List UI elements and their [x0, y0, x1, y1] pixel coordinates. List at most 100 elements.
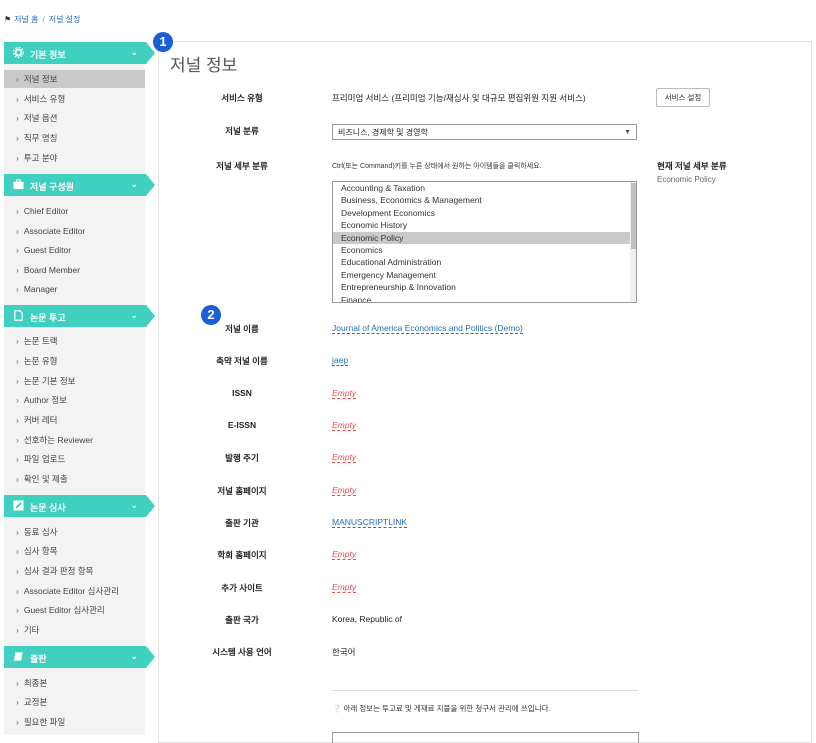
sidebar-item-review-decision-items[interactable]: › 심사 결과 판정 항목: [4, 562, 145, 580]
listbox-option-selected[interactable]: Economic Policy: [333, 231, 631, 244]
journal-category-select[interactable]: 비즈니스, 경제학 및 경영학 ▼: [332, 124, 637, 140]
caret-right-icon: ›: [16, 717, 19, 727]
sidebar-item-guest-editor-review[interactable]: › Guest Editor 심사관리: [4, 601, 145, 619]
service-type-label: 서비스 유형: [221, 93, 263, 103]
field-homepage-label: 저널 홈페이지: [217, 486, 267, 496]
section-basic-info[interactable]: 기본 정보 ⌄: [4, 42, 155, 64]
sidebar-item-submission-areas[interactable]: › 투고 분야: [4, 149, 145, 167]
sidebar-item-file-upload[interactable]: › 파일 업로드: [4, 450, 145, 468]
frequency-value[interactable]: Empty: [332, 452, 357, 463]
sidebar-item-board-member[interactable]: › Board Member: [4, 261, 145, 279]
listbox-option[interactable]: Economic History: [333, 219, 636, 231]
sidebar-item-paper-type[interactable]: › 논문 유형: [4, 352, 145, 370]
caret-right-icon: ›: [16, 226, 19, 236]
caret-right-icon: ›: [16, 605, 19, 615]
section-journal-members[interactable]: 저널 구성원 ⌄: [4, 174, 155, 196]
gear-icon: [13, 47, 24, 58]
sidebar-item-label: 선호하는 Reviewer: [23, 435, 93, 445]
sidebar-item-chief-editor[interactable]: › Chief Editor: [4, 202, 145, 220]
subcategory-hint: Ctrl(또는 Command)키를 누른 상태에서 원하는 아이템들을 클릭하…: [332, 163, 542, 170]
sidebar-item-label: 저널 정보: [23, 74, 58, 84]
caret-right-icon: ›: [16, 474, 19, 484]
sidebar-item-label: 교정본: [23, 697, 48, 707]
eissn-value[interactable]: Empty: [332, 420, 357, 431]
caret-right-icon: ›: [16, 678, 19, 688]
sidebar-item-job-titles[interactable]: › 직무 명칭: [4, 129, 145, 147]
sidebar-item-label: Guest Editor: [23, 245, 72, 255]
listbox-option[interactable]: Accounting & Taxation: [333, 182, 636, 194]
sidebar-item-label: Associate Editor: [23, 226, 86, 236]
chevron-down-icon: ⌄: [130, 651, 138, 661]
sidebar-item-preferred-reviewer[interactable]: › 선호하는 Reviewer: [4, 431, 145, 449]
caret-right-icon: ›: [16, 454, 19, 464]
sidebar-item-paper-basic-info[interactable]: › 논문 기본 정보: [4, 372, 145, 390]
sidebar-item-label: 파일 업로드: [23, 454, 66, 464]
caret-right-icon: ›: [16, 586, 19, 596]
listbox-option[interactable]: Entrepreneurship & Innovation: [333, 281, 636, 293]
edit-icon: [13, 500, 24, 511]
caret-right-icon: ›: [16, 245, 19, 255]
service-settings-button[interactable]: 서비스 설정: [656, 88, 710, 107]
sidebar-item-label: 심사 결과 판정 항목: [23, 566, 94, 576]
section-submission[interactable]: 논문 투고 ⌄: [4, 305, 155, 327]
issn-value[interactable]: Empty: [332, 388, 357, 399]
publisher-value[interactable]: MANUSCRIPTLINK: [332, 517, 408, 528]
listbox-scroll-thumb[interactable]: [631, 183, 636, 249]
sidebar-item-manager[interactable]: › Manager: [4, 280, 145, 298]
sidebar-item-label: 최종본: [23, 678, 48, 688]
caret-right-icon: ›: [16, 74, 19, 84]
sidebar-item-peer-review[interactable]: › 동료 심사: [4, 523, 145, 541]
listbox-option[interactable]: Finance: [333, 294, 636, 302]
listbox-option[interactable]: Development Economics: [333, 207, 636, 219]
society-homepage-value[interactable]: Empty: [332, 549, 357, 560]
sidebar-item-journal-options[interactable]: › 저널 옵션: [4, 109, 145, 127]
journal-category-selected: 비즈니스, 경제학 및 경영학: [338, 128, 428, 137]
sidebar-item-review-items[interactable]: › 심사 항목: [4, 542, 145, 560]
listbox-option[interactable]: Business, Economics & Management: [333, 194, 636, 206]
sidebar-item-guest-editor[interactable]: › Guest Editor: [4, 241, 145, 259]
chevron-down-icon: ⌄: [130, 310, 138, 320]
homepage-value[interactable]: Empty: [332, 485, 357, 496]
listbox-option[interactable]: Emergency Management: [333, 269, 636, 281]
sidebar-item-cover-letter[interactable]: › 커버 레터: [4, 411, 145, 429]
billing-notice: ❔ 아래 정보는 투고료 및 게재료 지불을 위한 청구서 관리에 쓰입니다.: [332, 703, 551, 714]
sidebar-item-service-type[interactable]: › 서비스 유형: [4, 90, 145, 108]
section-review[interactable]: 논문 심사 ⌄: [4, 495, 155, 517]
sidebar-item-associate-editor-review[interactable]: › Associate Editor 심사관리: [4, 582, 145, 600]
sidebar-item-journal-info[interactable]: › 저널 정보: [4, 70, 145, 88]
journal-subcategory-listbox[interactable]: Accounting & Taxation Business, Economic…: [332, 181, 637, 303]
field-publisher-label: 출판 기관: [225, 518, 259, 528]
sidebar-item-label: Manager: [23, 284, 58, 294]
sidebar-item-paper-track[interactable]: › 논문 트랙: [4, 332, 145, 350]
field-language-label: 시스템 사용 언어: [212, 647, 272, 657]
country-value: Korea, Republic of: [332, 614, 402, 624]
sidebar-item-other[interactable]: › 기타: [4, 621, 145, 639]
sidebar-item-proof-version[interactable]: › 교정본: [4, 693, 145, 711]
sidebar-item-label: 논문 유형: [23, 356, 58, 366]
abbrev-name-value[interactable]: jaep: [332, 355, 349, 366]
language-value: 한국어: [332, 647, 356, 657]
field-frequency-label: 발행 주기: [225, 453, 259, 463]
listbox-option[interactable]: Educational Administration: [333, 256, 636, 268]
step-badge-2: 2: [201, 305, 221, 325]
sidebar-item-confirm-submit[interactable]: › 확인 및 제출: [4, 470, 145, 488]
sidebar-item-associate-editor[interactable]: › Associate Editor: [4, 222, 145, 240]
section-label: 논문 심사: [30, 503, 66, 513]
field-country-label: 출판 국가: [225, 615, 259, 625]
listbox-option[interactable]: Economics: [333, 244, 636, 256]
sidebar-item-required-files[interactable]: › 필요한 파일: [4, 713, 145, 731]
journal-name-value[interactable]: Journal of America Economics and Politic…: [332, 323, 523, 334]
extra-site-value[interactable]: Empty: [332, 582, 357, 593]
sidebar: 기본 정보 ⌄ › 저널 정보 › 서비스 유형 › 저널 옵션 › 직무 명칭 › 투고…: [0, 0, 155, 735]
sidebar-item-author-info[interactable]: › Author 정보: [4, 391, 145, 409]
sidebar-item-label: 확인 및 제출: [23, 474, 68, 484]
sidebar-item-label: 기타: [23, 625, 40, 635]
sidebar-item-label: Guest Editor 심사관리: [23, 605, 105, 615]
section-publication[interactable]: 출판 ⌄: [4, 646, 155, 668]
sidebar-item-label: 동료 심사: [23, 527, 58, 537]
caret-right-icon: ›: [16, 376, 19, 386]
sidebar-item-label: 논문 기본 정보: [23, 376, 76, 386]
sidebar-item-final-version[interactable]: › 최종본: [4, 674, 145, 692]
billing-input[interactable]: [332, 732, 639, 743]
billing-notice-text: 아래 정보는 투고료 및 게재료 지불을 위한 청구서 관리에 쓰입니다.: [343, 704, 551, 713]
